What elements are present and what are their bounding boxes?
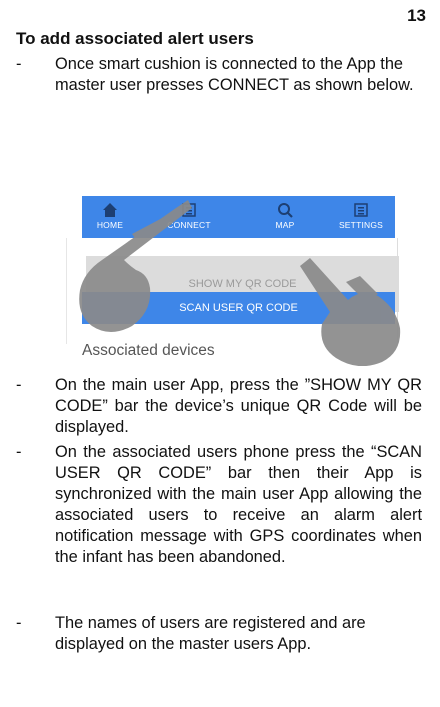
bullet-dash: - bbox=[16, 443, 22, 461]
instruction-text: The names of users are registered and ar… bbox=[55, 614, 366, 653]
associated-devices-label: Associated devices bbox=[82, 342, 215, 359]
scan-user-qr-code-button[interactable]: SCAN USER QR CODE bbox=[82, 292, 395, 324]
nav-label: HOME bbox=[96, 220, 124, 230]
instruction-item: - On the associated users phone press th… bbox=[16, 442, 422, 568]
app-nav-bar: HOME CONNECT MAP SETTINGS bbox=[82, 196, 395, 238]
instruction-text: Once smart cushion is connected to the A… bbox=[55, 55, 414, 94]
nav-item-home[interactable]: HOME bbox=[82, 196, 138, 238]
instruction-item: - The names of users are registered and … bbox=[16, 613, 422, 655]
section-heading: To add associated alert users bbox=[16, 29, 254, 48]
bullet-dash: - bbox=[16, 376, 22, 394]
nav-label: MAP bbox=[275, 220, 295, 230]
instruction-item: - On the main user App, press the ”SHOW … bbox=[16, 375, 422, 438]
nav-item-settings[interactable]: SETTINGS bbox=[326, 196, 396, 238]
nav-item-connect[interactable]: CONNECT bbox=[154, 196, 224, 238]
home-icon bbox=[103, 203, 117, 217]
app-screenshot-figure: HOME CONNECT MAP SETTINGS SHOW MY QR COD… bbox=[66, 196, 412, 366]
instruction-text: On the main user App, press the ”SHOW MY… bbox=[55, 376, 422, 436]
nav-item-map[interactable]: MAP bbox=[254, 196, 316, 238]
settings-icon bbox=[354, 203, 368, 217]
connect-icon bbox=[182, 203, 196, 217]
bullet-dash: - bbox=[16, 614, 22, 632]
nav-label: SETTINGS bbox=[338, 220, 384, 230]
instruction-text: On the associated users phone press the … bbox=[55, 443, 422, 566]
instruction-item: - Once smart cushion is connected to the… bbox=[16, 54, 422, 96]
page-number: 13 bbox=[407, 6, 426, 25]
nav-label: CONNECT bbox=[167, 220, 211, 230]
bullet-dash: - bbox=[16, 55, 22, 73]
search-icon bbox=[278, 203, 293, 218]
